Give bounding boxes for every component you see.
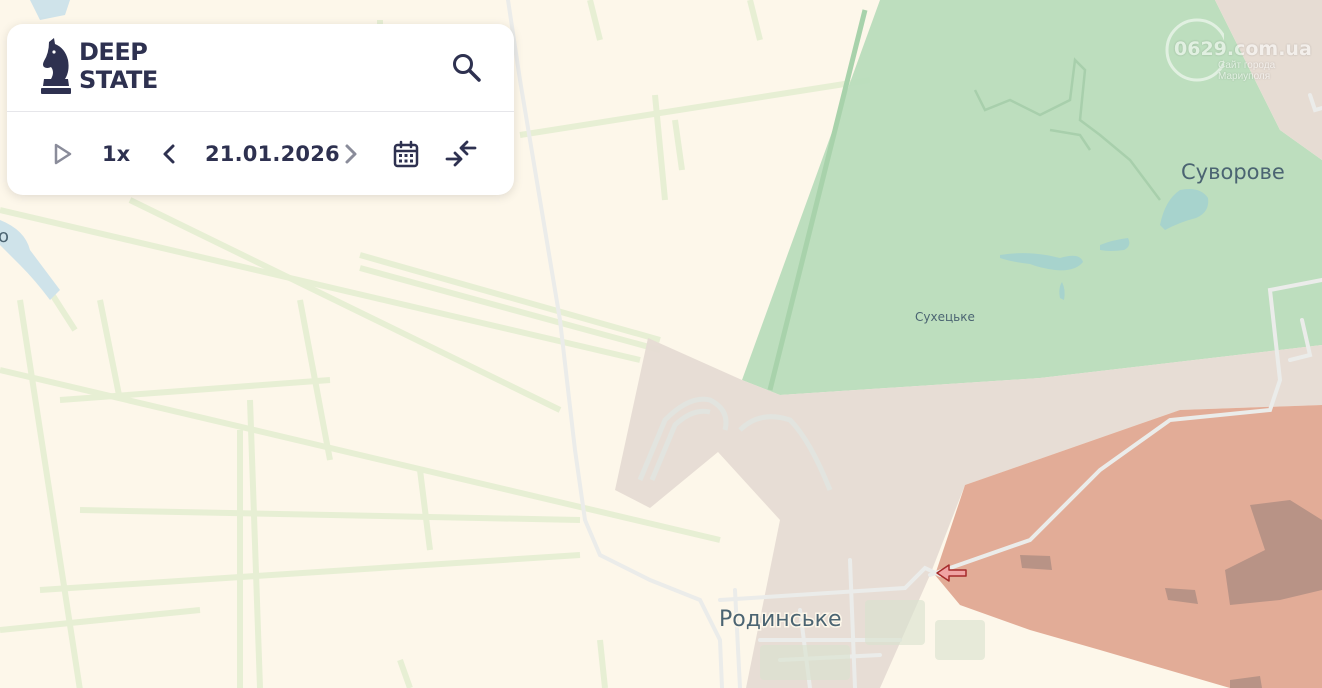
place-label-suvorove: Суворове (1181, 160, 1285, 184)
watermark-line1: Сайт города (1218, 60, 1276, 71)
previous-date-button[interactable] (157, 140, 181, 168)
place-label-rodynske: Родинське (719, 607, 842, 632)
app-logo[interactable]: DEEP STATE (41, 38, 158, 94)
chevron-left-icon (163, 144, 175, 164)
logo-line2: STATE (79, 66, 158, 94)
watermark-subtitle: Сайт города Мариуполя (1218, 60, 1275, 82)
next-date-button[interactable] (339, 140, 363, 168)
logo-line1: DEEP (79, 38, 148, 66)
speed-button[interactable]: 1x (102, 142, 130, 166)
play-icon (54, 143, 72, 165)
calendar-icon (393, 140, 419, 168)
panel-header: DEEP STATE (7, 24, 514, 112)
collapse-icon (445, 140, 477, 167)
logo-text: DEEP STATE (79, 38, 158, 94)
play-button[interactable] (51, 140, 75, 168)
collapse-button[interactable] (443, 137, 479, 169)
place-label-partial: о (0, 226, 9, 247)
watermark-domain: 0629.com.ua (1174, 38, 1312, 60)
watermark-line2: Мариуполя (1218, 71, 1271, 82)
calendar-button[interactable] (391, 139, 421, 169)
timeline-controls: 1x 21.01.2026 (7, 112, 514, 195)
place-label-sukhetske: Сухецьке (915, 310, 975, 324)
search-icon (453, 54, 481, 82)
chevron-right-icon (345, 144, 357, 164)
control-panel: DEEP STATE 1x 21.01.2026 (7, 24, 514, 195)
current-date[interactable]: 21.01.2026 (205, 142, 340, 166)
watermark: 0629.com.ua Сайт города Мариуполя (1164, 16, 1314, 86)
logo-icon (41, 38, 71, 94)
search-button[interactable] (451, 52, 483, 84)
